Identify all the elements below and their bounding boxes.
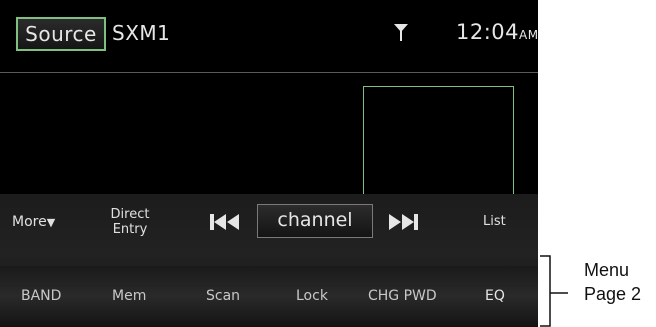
status-bar: Source SXM1 12:04AM <box>0 0 538 73</box>
clock-time: 12:04 <box>456 20 520 44</box>
skip-next-icon[interactable] <box>386 212 420 232</box>
menu-item-mem[interactable]: Mem <box>112 288 146 304</box>
menu-page-annotation: Menu Page 2 <box>584 258 641 306</box>
annotation-line1: Menu <box>584 260 630 280</box>
menu-item-lock[interactable]: Lock <box>296 288 328 304</box>
direct-entry-line1: Direct <box>110 207 150 222</box>
menu-row: BAND Mem Scan Lock CHG PWD EQ <box>0 266 538 326</box>
clock-ampm: AM <box>519 28 538 42</box>
album-art-frame <box>363 86 514 194</box>
source-button[interactable]: Source <box>16 17 106 51</box>
head-unit-screen: Source SXM1 12:04AM More▼ Direct Entry c… <box>0 0 538 327</box>
list-button[interactable]: List <box>483 214 506 229</box>
more-label: More <box>12 214 47 230</box>
channel-button[interactable]: channel <box>257 204 373 238</box>
menu-item-eq[interactable]: EQ <box>485 288 505 304</box>
menu-bracket <box>540 255 568 327</box>
menu-item-chg-pwd[interactable]: CHG PWD <box>368 288 437 304</box>
direct-entry-line2: Entry <box>112 222 148 237</box>
menu-item-band[interactable]: BAND <box>21 288 61 304</box>
menu-item-scan[interactable]: Scan <box>206 288 240 304</box>
chevron-down-icon: ▼ <box>46 216 56 229</box>
playback-row: More▼ Direct Entry channel List <box>0 194 538 248</box>
page: Source SXM1 12:04AM More▼ Direct Entry c… <box>0 0 656 327</box>
skip-previous-icon[interactable] <box>208 212 242 232</box>
control-panel: More▼ Direct Entry channel List BAND Mem… <box>0 194 538 327</box>
annotation-line2: Page 2 <box>584 284 642 304</box>
clock: 12:04AM <box>456 20 538 44</box>
direct-entry-button[interactable]: Direct Entry <box>108 207 152 237</box>
more-button[interactable]: More▼ <box>12 214 55 230</box>
antenna-signal-icon <box>394 24 408 41</box>
source-name: SXM1 <box>112 21 171 45</box>
